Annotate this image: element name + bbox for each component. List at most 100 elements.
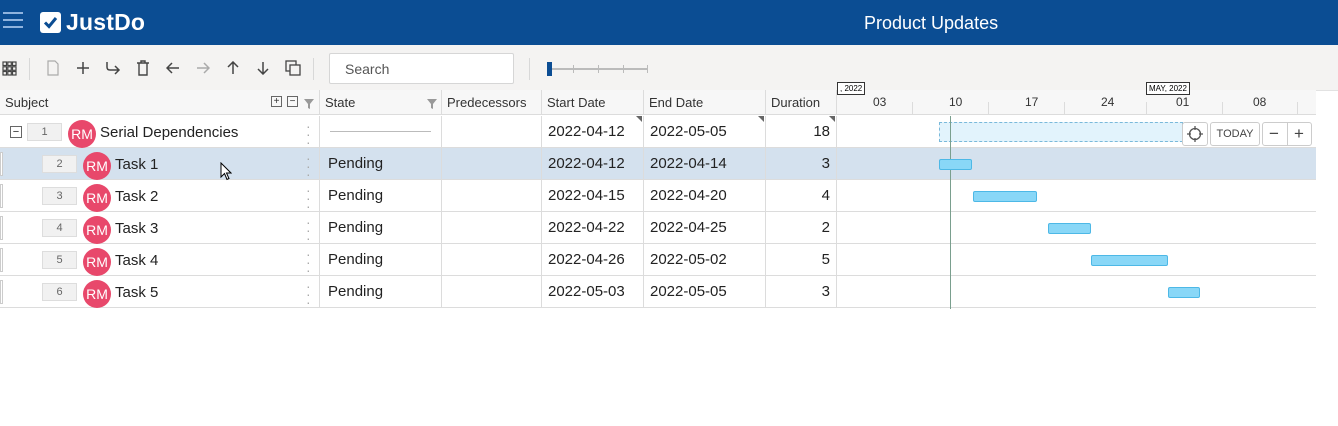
subject-cell[interactable]: 3 RM Task 2 · · · [0, 180, 320, 213]
task-subject[interactable]: Task 3 [115, 220, 158, 237]
avatar[interactable]: RM [83, 184, 111, 212]
column-header-subject[interactable]: Subject + − [0, 90, 320, 115]
row-drag-handle[interactable] [0, 248, 3, 272]
grid-view-icon[interactable] [0, 59, 18, 77]
filter-icon[interactable] [304, 97, 314, 112]
end-date-cell[interactable]: 2022-04-25 [644, 212, 766, 244]
predecessors-cell[interactable] [442, 276, 542, 308]
task-subject[interactable]: Task 1 [115, 156, 158, 173]
arrow-down-icon[interactable] [254, 59, 272, 77]
start-date-cell[interactable]: 2022-04-12 [542, 116, 644, 148]
end-date-value: 2022-05-05 [650, 123, 727, 140]
subject-cell[interactable]: 4 RM Task 3 · · · [0, 212, 320, 245]
row-menu-icon[interactable]: · · · [306, 247, 311, 277]
table-row[interactable]: 6 RM Task 5 · · · Pending 2022-05-03 2022-05-05 3 [0, 276, 1316, 309]
row-menu-icon[interactable]: · · · [306, 151, 311, 181]
predecessors-cell[interactable] [442, 148, 542, 180]
task-subject[interactable]: Serial Dependencies [100, 124, 238, 141]
gantt-summary-bar[interactable] [939, 122, 1183, 142]
zoom-out-button[interactable]: − [1269, 123, 1279, 145]
arrow-up-icon[interactable] [224, 59, 242, 77]
add-icon[interactable] [74, 59, 92, 77]
duration-cell[interactable]: 5 [766, 244, 837, 276]
row-drag-handle[interactable] [0, 152, 3, 176]
row-menu-icon[interactable]: · · · [306, 279, 311, 309]
task-subject[interactable]: Task 4 [115, 252, 158, 269]
state-cell[interactable]: Pending [320, 148, 442, 180]
avatar[interactable]: RM [83, 248, 111, 276]
avatar[interactable]: RM [83, 152, 111, 180]
row-drag-handle[interactable] [0, 280, 3, 304]
state-cell[interactable] [320, 116, 442, 148]
table-row[interactable]: 2 RM Task 1 · · · Pending 2022-04-12 2022-04-14 3 [0, 148, 1316, 181]
row-menu-icon[interactable]: · · · [306, 215, 311, 245]
table-row[interactable]: 4 RM Task 3 · · · Pending 2022-04-22 2022-04-25 2 [0, 212, 1316, 245]
row-menu-icon[interactable]: · · · [306, 183, 311, 213]
start-date-cell[interactable]: 2022-04-15 [542, 180, 644, 212]
predecessors-cell[interactable] [442, 180, 542, 212]
table-row[interactable]: 3 RM Task 2 · · · Pending 2022-04-15 2022-04-20 4 [0, 180, 1316, 213]
gantt-bar[interactable] [1048, 223, 1091, 234]
arrow-right-icon[interactable] [194, 59, 212, 77]
column-header-duration[interactable]: Duration [766, 90, 837, 115]
gantt-bar[interactable] [939, 159, 972, 170]
column-header-end-date[interactable]: End Date [644, 90, 766, 115]
duplicate-icon[interactable] [284, 59, 302, 77]
state-cell[interactable]: Pending [320, 244, 442, 276]
end-date-cell[interactable]: 2022-04-20 [644, 180, 766, 212]
gantt-bar[interactable] [1091, 255, 1168, 266]
predecessors-cell[interactable] [442, 116, 542, 148]
zoom-slider[interactable] [547, 62, 648, 76]
expand-all-icon[interactable]: + [271, 96, 282, 107]
duration-cell[interactable]: 4 [766, 180, 837, 212]
start-date-cell[interactable]: 2022-04-12 [542, 148, 644, 180]
state-cell[interactable]: Pending [320, 180, 442, 212]
subject-cell[interactable]: −1 RM Serial Dependencies · · · [0, 116, 320, 149]
end-date-cell[interactable]: 2022-05-02 [644, 244, 766, 276]
arrow-left-icon[interactable] [164, 59, 182, 77]
duration-cell[interactable]: 18 [766, 116, 837, 148]
column-header-predecessors[interactable]: Predecessors [442, 90, 542, 115]
gantt-bar[interactable] [1168, 287, 1200, 298]
row-drag-handle[interactable] [0, 216, 3, 240]
subject-cell[interactable]: 5 RM Task 4 · · · [0, 244, 320, 277]
indent-icon[interactable] [104, 59, 122, 77]
end-date-cell[interactable]: 2022-04-14 [644, 148, 766, 180]
predecessors-cell[interactable] [442, 244, 542, 276]
predecessors-cell[interactable] [442, 212, 542, 244]
today-button[interactable]: TODAY [1210, 122, 1260, 146]
column-header-state[interactable]: State [320, 90, 442, 115]
task-subject[interactable]: Task 2 [115, 188, 158, 205]
new-doc-icon[interactable] [44, 59, 62, 77]
start-date-cell[interactable]: 2022-04-22 [542, 212, 644, 244]
duration-cell[interactable]: 2 [766, 212, 837, 244]
avatar[interactable]: RM [68, 120, 96, 148]
row-drag-handle[interactable] [0, 184, 3, 208]
end-date-cell[interactable]: 2022-05-05 [644, 116, 766, 148]
avatar[interactable]: RM [83, 216, 111, 244]
state-cell[interactable]: Pending [320, 276, 442, 308]
start-date-cell[interactable]: 2022-04-26 [542, 244, 644, 276]
trash-icon[interactable] [134, 59, 152, 77]
hamburger-menu-icon[interactable] [3, 12, 25, 32]
zoom-in-button[interactable]: + [1294, 123, 1304, 145]
start-date-cell[interactable]: 2022-05-03 [542, 276, 644, 308]
collapse-all-icon[interactable]: − [287, 96, 298, 107]
subject-cell[interactable]: 6 RM Task 5 · · · [0, 276, 320, 309]
collapse-icon[interactable]: − [10, 126, 22, 138]
filter-icon[interactable] [427, 97, 437, 112]
duration-cell[interactable]: 3 [766, 148, 837, 180]
avatar[interactable]: RM [83, 280, 111, 308]
subject-cell[interactable]: 2 RM Task 1 · · · [0, 148, 320, 181]
locate-crosshair-icon[interactable] [1182, 122, 1208, 146]
row-menu-icon[interactable]: · · · [306, 119, 311, 149]
duration-cell[interactable]: 3 [766, 276, 837, 308]
end-date-cell[interactable]: 2022-05-05 [644, 276, 766, 308]
state-cell[interactable]: Pending [320, 212, 442, 244]
search-input[interactable]: Search [329, 53, 514, 84]
timeline-week-label: 03 [873, 95, 887, 109]
zoom-handle[interactable] [547, 62, 552, 76]
gantt-bar[interactable] [973, 191, 1037, 202]
column-header-start-date[interactable]: Start Date [542, 90, 644, 115]
task-subject[interactable]: Task 5 [115, 284, 158, 301]
